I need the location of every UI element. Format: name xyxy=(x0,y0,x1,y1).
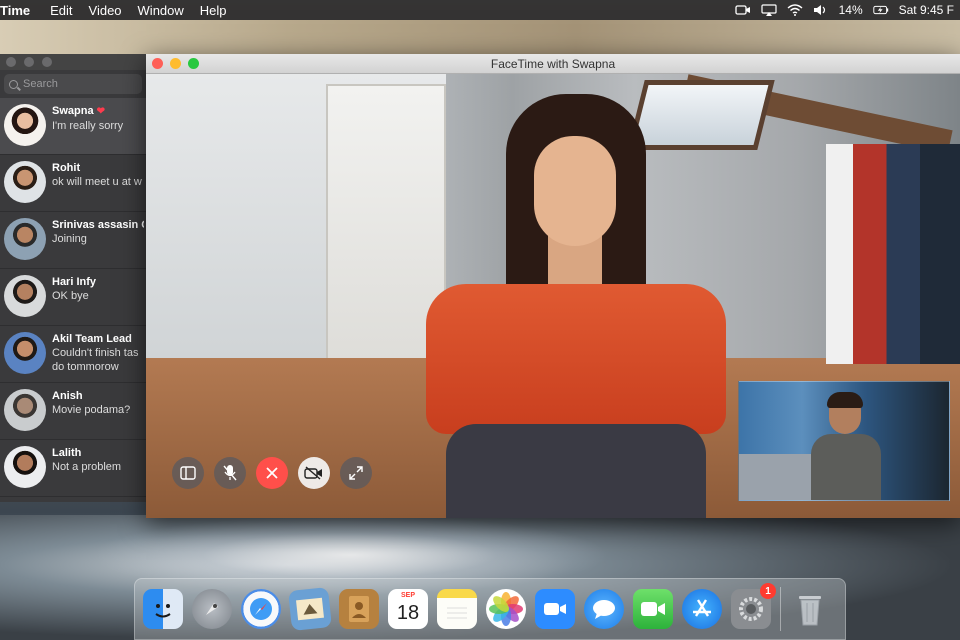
dock-separator xyxy=(780,587,781,631)
clothes-rack xyxy=(826,144,960,364)
menu-edit[interactable]: Edit xyxy=(42,3,80,18)
menu-video[interactable]: Video xyxy=(81,3,130,18)
conversation-name: Akil Team Lead xyxy=(52,333,132,345)
messages-sidebar: Search Swapna ❤ I'm really sorry Rohit ok… xyxy=(0,54,146,502)
conversation-item[interactable]: Swapna ❤ I'm really sorry xyxy=(0,98,146,155)
conversation-preview: Not a problem xyxy=(52,461,122,473)
search-placeholder: Search xyxy=(23,78,58,90)
mute-button[interactable] xyxy=(214,457,246,489)
window-minimize-button[interactable] xyxy=(24,57,34,67)
remote-video[interactable] xyxy=(146,74,960,518)
conversation-name: Srinivas assasin C xyxy=(52,219,144,231)
battery-charging-icon[interactable] xyxy=(872,4,889,16)
window-close-button[interactable] xyxy=(6,57,16,67)
conversation-preview: I'm really sorry xyxy=(52,120,124,132)
camera-toggle-button[interactable] xyxy=(298,457,330,489)
calendar-month: SEP xyxy=(400,592,415,599)
conversation-name: Anish xyxy=(52,390,83,402)
conversation-item[interactable]: Hari Infy OK bye xyxy=(0,269,146,326)
messages-icon[interactable] xyxy=(584,589,624,629)
contacts-icon[interactable] xyxy=(339,589,379,629)
avatar xyxy=(4,161,46,203)
airplay-icon[interactable] xyxy=(760,4,777,16)
conversation-preview: Joining xyxy=(52,233,87,245)
notification-badge: 1 xyxy=(760,583,776,599)
conversation-item[interactable]: Akil Team Lead Couldn't finish tas do to… xyxy=(0,326,146,383)
menu-bar: Time Edit Video Window Help 14% Sat 9:45… xyxy=(0,0,960,20)
caller-video-subject xyxy=(426,94,726,518)
conversation-name: Lalith xyxy=(52,447,82,459)
zoom-icon[interactable] xyxy=(535,589,575,629)
window-zoom-button[interactable] xyxy=(42,57,52,67)
messages-titlebar xyxy=(0,54,146,70)
volume-icon[interactable] xyxy=(813,4,829,16)
expand-icon xyxy=(349,466,363,480)
sidebar-icon xyxy=(180,466,196,480)
avatar xyxy=(4,218,46,260)
conversation-item[interactable]: Srinivas assasin C Joining xyxy=(0,212,146,269)
menu-clock[interactable]: Sat 9:45 F xyxy=(899,3,954,17)
facetime-status-icon[interactable] xyxy=(734,4,751,16)
search-field[interactable]: Search xyxy=(4,74,142,94)
conversation-preview: OK bye xyxy=(52,290,89,302)
desktop-wallpaper-top xyxy=(0,20,960,54)
end-call-button[interactable] xyxy=(256,457,288,489)
app-store-icon[interactable] xyxy=(682,589,722,629)
fullscreen-window-button[interactable] xyxy=(188,58,199,69)
sidebar-toggle-button[interactable] xyxy=(172,457,204,489)
minimize-window-button[interactable] xyxy=(170,58,181,69)
close-icon xyxy=(266,467,278,479)
fullscreen-button[interactable] xyxy=(340,457,372,489)
safari-icon[interactable] xyxy=(241,589,281,629)
calendar-icon[interactable]: SEP 18 xyxy=(388,589,428,629)
heart-icon: ❤ xyxy=(96,106,105,117)
conversation-preview: ok will meet u at w xyxy=(52,176,142,188)
conversation-name: Rohit xyxy=(52,162,81,174)
menu-window[interactable]: Window xyxy=(130,3,192,18)
camera-off-icon xyxy=(304,466,322,480)
avatar xyxy=(4,389,46,431)
avatar xyxy=(4,104,46,146)
conversation-preview: Movie podama? xyxy=(52,404,131,416)
wifi-icon[interactable] xyxy=(787,4,803,16)
app-menu[interactable]: Time xyxy=(0,3,42,18)
avatar xyxy=(4,446,46,488)
microphone-muted-icon xyxy=(223,465,237,481)
photos-icon[interactable] xyxy=(486,589,526,629)
trash-icon[interactable] xyxy=(790,589,830,629)
call-controls xyxy=(172,457,372,489)
conversation-name: Hari Infy xyxy=(52,276,97,288)
facetime-window: FaceTime with Swapna xyxy=(146,54,960,518)
facetime-icon[interactable] xyxy=(633,589,673,629)
avatar xyxy=(4,332,46,374)
finder-icon[interactable] xyxy=(143,589,183,629)
avatar xyxy=(4,275,46,317)
facetime-titlebar[interactable]: FaceTime with Swapna xyxy=(146,54,960,74)
menu-help[interactable]: Help xyxy=(192,3,235,18)
conversation-item[interactable]: Rohit ok will meet u at w xyxy=(0,155,146,212)
search-icon xyxy=(9,79,18,89)
conversation-name: Swapna xyxy=(52,105,94,117)
mail-icon[interactable] xyxy=(288,587,332,631)
conversation-item[interactable]: Lalith Not a problem xyxy=(0,440,146,497)
system-preferences-icon[interactable]: 1 xyxy=(731,583,776,629)
launchpad-icon[interactable] xyxy=(192,589,232,629)
window-title: FaceTime with Swapna xyxy=(490,56,616,71)
conversation-preview: Couldn't finish tas xyxy=(52,347,139,359)
calendar-day: 18 xyxy=(396,601,420,624)
conversation-preview-line2: do tommorow xyxy=(52,361,119,373)
self-view-video[interactable] xyxy=(738,381,950,501)
dock: SEP 18 1 xyxy=(134,578,846,640)
battery-percent[interactable]: 14% xyxy=(839,3,863,17)
close-window-button[interactable] xyxy=(152,58,163,69)
conversation-item[interactable]: Anish Movie podama? xyxy=(0,383,146,440)
notes-icon[interactable] xyxy=(437,589,477,629)
